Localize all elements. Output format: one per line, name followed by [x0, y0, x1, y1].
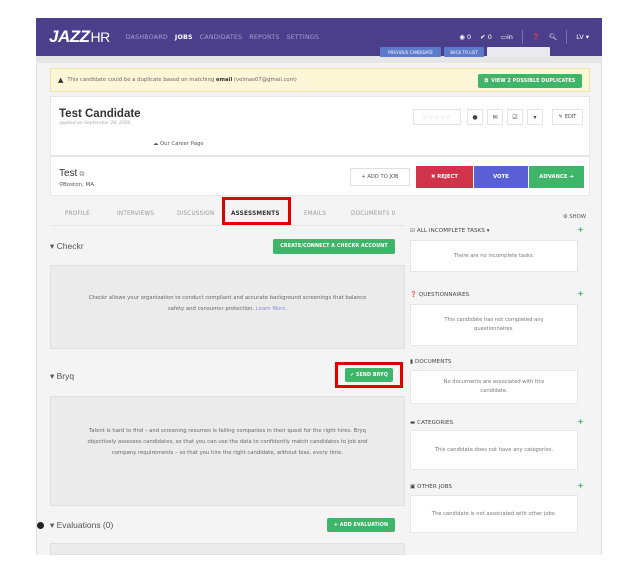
add-evaluation-button[interactable]: + ADD EVALUATION	[327, 518, 395, 532]
tour-marker-icon[interactable]	[37, 522, 44, 529]
edit-button[interactable]: ✎ EDIT	[552, 109, 583, 125]
other-jobs-heading: ▣ OTHER JOBS	[410, 484, 453, 490]
documents-box: No documents are associated with this ca…	[410, 370, 578, 404]
job-location: ⚲Boston, MA	[59, 182, 95, 188]
nav-link-candidates[interactable]: CANDIDATES	[200, 34, 243, 41]
vote-button[interactable]: VOTE	[474, 166, 528, 188]
nav-link-dashboard[interactable]: DASHBOARD	[126, 34, 168, 41]
candidate-source: ☁ Our Career Page	[153, 141, 204, 147]
user-menu[interactable]: LV ▾	[576, 33, 589, 41]
pencil-icon: ✎	[558, 114, 563, 120]
reject-button[interactable]: ✖ REJECT	[416, 166, 473, 188]
jazzhr-logo[interactable]: JAZZHR	[49, 27, 110, 47]
schedule-button[interactable]: ☑	[507, 109, 523, 125]
checks-indicator[interactable]: ✔ 0	[480, 33, 492, 41]
add-other-job-button[interactable]: +	[577, 481, 584, 490]
add-task-button[interactable]: +	[577, 225, 584, 234]
inbox-indicator[interactable]: ▭in	[501, 33, 513, 41]
folder-icon: ▬	[410, 420, 416, 426]
tab-interviews[interactable]: INTERVIEWS	[117, 211, 154, 217]
cloud-icon: ☁	[153, 141, 159, 147]
applied-date: applied on September 28, 2020	[59, 121, 131, 126]
tab-discussion[interactable]: DISCUSSION	[177, 211, 214, 217]
eye-icon: ◉	[459, 33, 465, 41]
tasks-heading[interactable]: ☑ ALL INCOMPLETE TASKS ▾	[410, 228, 490, 234]
document-icon: ▮	[410, 359, 414, 365]
back-to-list-button[interactable]: BACK TO LIST	[444, 47, 484, 57]
logo-text: JAZZ	[49, 27, 90, 46]
categories-box: This candidate does not have any categor…	[410, 430, 578, 470]
view-duplicates-button[interactable]: ⧉ VIEW 2 POSSIBLE DUPLICATES	[478, 74, 582, 88]
checkbox-icon: ☑	[410, 228, 416, 234]
comment-button[interactable]: ●	[467, 109, 483, 125]
nav-links: DASHBOARD JOBS CANDIDATES REPORTS SETTIN…	[126, 34, 319, 41]
tab-documents[interactable]: DOCUMENTS 0	[351, 211, 395, 217]
add-questionnaire-button[interactable]: +	[577, 289, 584, 298]
calendar-check-icon: ☑	[512, 113, 518, 121]
categories-heading: ▬ CATEGORIES	[410, 420, 454, 426]
caret-down-icon: ▾	[533, 113, 537, 121]
duplicate-text: This candidate could be a duplicate base…	[67, 77, 297, 83]
nav-divider	[566, 30, 568, 44]
create-checkr-account-button[interactable]: CREATE/CONNECT A CHECKR ACCOUNT	[273, 239, 395, 254]
checks-count: 0	[487, 33, 492, 41]
tab-profile[interactable]: PROFILE	[65, 211, 90, 217]
views-count: 0	[467, 33, 472, 41]
advance-button[interactable]: ADVANCE ➔	[529, 166, 584, 188]
job-title[interactable]: Test ⧉	[59, 168, 84, 179]
nav-link-jobs[interactable]: JOBS	[175, 34, 193, 41]
add-category-button[interactable]: +	[577, 417, 584, 426]
envelope-icon: ✉	[492, 113, 498, 121]
briefcase-icon: ▣	[410, 484, 416, 490]
subbar	[36, 56, 602, 63]
question-icon: ❓	[410, 292, 417, 298]
nav-right: ◉ 0 ✔ 0 ▭in ❓ 🔍︎ LV ▾	[459, 30, 589, 44]
comment-icon: ●	[472, 113, 478, 121]
email-button[interactable]: ✉	[487, 109, 503, 125]
right-sidebar: ⚙ SHOW ☑ ALL INCOMPLETE TASKS ▾ + There …	[404, 202, 590, 555]
bryq-description: Talent is hard to find – and screening r…	[87, 428, 368, 456]
tab-emails[interactable]: EMAILS	[304, 211, 326, 217]
checkr-description: Checkr allows your organization to condu…	[88, 295, 367, 312]
job-card: Test ⧉ ⚲Boston, MA + ADD TO JOB ✖ REJECT …	[50, 156, 590, 196]
candidate-card: Test Candidate applied on September 28, …	[50, 96, 590, 156]
search-icon[interactable]: 🔍︎	[549, 33, 557, 41]
show-settings-button[interactable]: ⚙ SHOW	[563, 214, 586, 220]
previous-candidate-button[interactable]: PREVIOUS CANDIDATE	[380, 47, 441, 57]
evaluations-panel	[50, 543, 405, 555]
add-to-job-button[interactable]: + ADD TO JOB	[350, 168, 410, 186]
send-bryq-highlight	[335, 362, 403, 388]
rating-stars[interactable]: ☆☆☆☆☆	[413, 109, 461, 125]
nav-link-reports[interactable]: REPORTS	[249, 34, 279, 41]
other-jobs-box: The candidate is not associated with oth…	[410, 495, 578, 533]
duplicate-banner: ▲ This candidate could be a duplicate ba…	[50, 68, 590, 92]
evaluations-section-title[interactable]: ▾ Evaluations (0)	[50, 520, 113, 531]
warning-icon: ▲	[58, 76, 64, 84]
bryq-section-title[interactable]: ▾ Bryq	[50, 371, 74, 382]
assessments-tab-highlight	[222, 197, 291, 225]
checkr-section-title[interactable]: ▾ Checkr	[50, 241, 84, 252]
user-initials: LV	[576, 33, 584, 41]
check-icon: ✔	[480, 33, 486, 41]
nav-link-settings[interactable]: SETTINGS	[287, 34, 320, 41]
tasks-box: There are no incomplete tasks.	[410, 240, 578, 272]
external-link-icon: ⧉	[79, 171, 85, 178]
help-icon[interactable]: ❓	[532, 33, 540, 41]
documents-heading: ▮ DOCUMENTS	[410, 359, 452, 365]
learn-more-link[interactable]: Learn More.	[256, 306, 287, 312]
checkr-description-panel: Checkr allows your organization to condu…	[50, 265, 405, 349]
candidate-name: Test Candidate	[59, 108, 141, 120]
logo-suffix: HR	[90, 29, 111, 45]
subbar-search-field[interactable]	[487, 47, 550, 57]
questionnaires-box: This candidate has not completed any que…	[410, 304, 578, 346]
external-link-icon: ⧉	[484, 79, 489, 84]
bryq-description-panel: Talent is hard to find – and screening r…	[50, 396, 405, 506]
more-dropdown-button[interactable]: ▾	[527, 109, 543, 125]
view-duplicates-label: VIEW 2 POSSIBLE DUPLICATES	[491, 78, 576, 84]
main-content: ▲ This candidate could be a duplicate ba…	[36, 63, 602, 555]
views-indicator[interactable]: ◉ 0	[459, 33, 471, 41]
inbox-label: in	[507, 33, 513, 41]
questionnaires-heading: ❓ QUESTIONNAIRES	[410, 292, 470, 298]
nav-divider	[521, 30, 523, 44]
